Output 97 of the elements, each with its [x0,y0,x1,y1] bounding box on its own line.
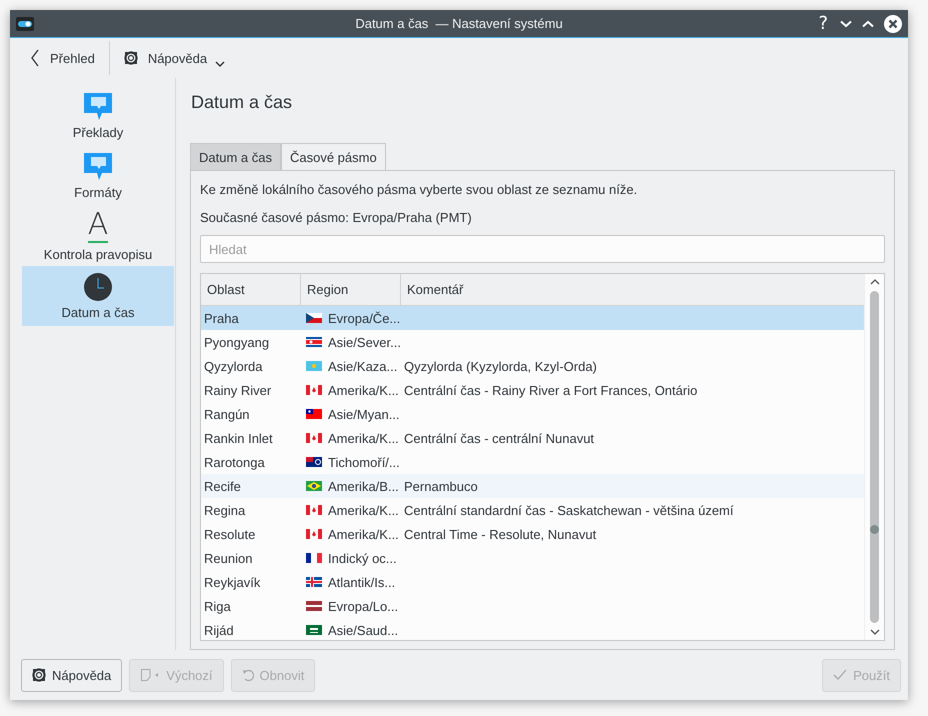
tab[interactable]: Datum a čas [190,143,281,170]
table-cell: Asie/Sever... [328,334,401,350]
flag-icon [306,385,322,395]
table-row[interactable]: Rarotonga Tichomoří/... [201,450,864,474]
checkmark-icon [833,669,848,681]
table-cell-text: Pernambuco [403,478,479,494]
table-row[interactable]: Recife Amerika/B... Pernambuco [201,474,864,498]
flag-icon [306,481,322,491]
table-row[interactable]: Rijád Asie/Saud... [201,618,864,640]
document-icon [140,668,160,682]
table-cell-text: Centrální čas - Rainy River a Fort Frances, Ontário [403,382,698,398]
table-cell-text: Reunion [203,550,254,566]
table-cell-text: Praha [203,310,240,326]
toggle-icon [16,16,34,30]
table-row[interactable]: Pyongyang Asie/Sever... [201,330,864,354]
scroll-handle[interactable] [870,525,879,534]
instruction-text: Ke změně lokálního časového pásma vyberte svou oblast ze seznamu níže. [200,181,638,199]
table-cell: Asie/Saud... [328,622,398,638]
sidebar-item[interactable]: Překlady [22,86,174,146]
table-cell-text: Regina [203,502,246,518]
clock-icon [84,272,112,300]
table-cell-text: Rankin Inlet [203,430,274,446]
help-button[interactable]: Nápověda [21,658,122,692]
table-cell: Asie/Myan... [328,406,400,422]
table-cell: Amerika/K... [328,526,399,542]
table-cell-text: Pyongyang [203,334,270,350]
table-row[interactable]: Praha Evropa/Če... [201,306,864,330]
speech-bubble-icon [84,92,112,120]
table-cell-text: Resolute [203,526,256,542]
table-cell-text: Central Time - Resolute, Nunavut [403,526,598,542]
flag-icon [306,409,322,419]
table-cell-text: Recife [203,478,242,494]
undo-icon [242,668,254,682]
search-field[interactable]: Hledat [200,235,885,263]
flag-icon [306,337,322,347]
back-icon [30,49,40,67]
table-cell-text: Centrální čas - centrální Nunavut [403,430,596,446]
column-header[interactable]: Komentář [401,274,864,305]
minimize-icon[interactable] [840,20,852,28]
flag-icon [306,361,322,371]
scroll-up-icon[interactable] [870,279,880,285]
column-header[interactable]: Region [301,274,401,305]
table-cell: Amerika/K... [328,430,399,446]
table-row[interactable]: Regina Amerika/K... Centrální standardní čas - Saskatchewan - většina území [201,498,864,522]
table-cell-text: Rangún [203,406,251,422]
table-cell-text: Reykjavík [203,574,262,590]
back-button[interactable]: Přehled [22,45,103,71]
flag-icon [306,625,322,635]
table-cell: Asie/Kaza... [328,358,398,374]
table-cell: Amerika/K... [328,502,399,518]
speech-bubble-icon [84,152,112,180]
lifebuoy-icon [32,668,46,682]
table-row[interactable]: Resolute Amerika/K... Central Time - Resolute, Nunavut [201,522,864,546]
close-icon[interactable] [884,14,902,32]
flag-icon [306,433,322,443]
table-row[interactable]: Riga Evropa/Lo... [201,594,864,618]
sidebar-item[interactable]: Formáty [22,146,174,206]
flag-icon [306,457,322,467]
table-cell-text: Riga [203,598,232,614]
flag-icon [306,601,322,611]
sidebar-item[interactable]: A Kontrola pravopisu [22,206,174,266]
table-row[interactable]: Rankin Inlet Amerika/K... Centrální čas - centrální Nunavut [201,426,864,450]
window-title: Datum a čas — Nastavení systému [355,16,563,31]
scroll-down-icon[interactable] [870,629,880,635]
flag-icon [306,529,322,539]
table-row[interactable]: Reunion Indický oc... [201,546,864,570]
table-cell-text: Centrální standardní čas - Saskatchewan - většina území [403,502,734,518]
table-cell-text: Qyzylorda (Kyzylorda, Kzyl-Orda) [403,358,598,374]
tab[interactable]: Časové pásmo [280,143,386,170]
flag-icon [306,313,322,323]
table-cell-text: Qyzylorda [203,358,264,374]
column-header[interactable]: Oblast [201,274,301,305]
current-timezone-text: Současné časové pásmo: Evropa/Praha (PMT) [200,209,473,227]
help-menu-button[interactable]: Nápověda [116,45,234,71]
flag-icon [306,505,322,515]
table-row[interactable]: Rainy River Amerika/K... Centrální čas - Rainy River a Fort Frances, Ontário [201,378,864,402]
table-cell-text: Rarotonga [203,454,266,470]
table-cell: Atlantik/Is... [328,574,396,590]
flag-icon [306,577,322,587]
help-button[interactable]: ? [816,14,830,34]
table-cell: Evropa/Lo... [328,598,398,614]
table-cell: Amerika/K... [328,382,399,398]
flag-icon [306,553,322,563]
page-title: Datum a čas [190,92,294,114]
table-cell: Tichomoří/... [328,454,400,470]
table-row[interactable]: Qyzylorda Asie/Kaza... Qyzylorda (Kyzylorda, Kzyl-Orda) [201,354,864,378]
caret-icon [215,61,226,67]
table-cell: Amerika/B... [328,478,399,494]
maximize-icon[interactable] [862,20,874,28]
table-cell: Indický oc... [328,550,397,566]
sidebar-item[interactable]: Datum a čas [22,266,174,326]
table-row[interactable]: Rangún Asie/Myan... [201,402,864,426]
table-cell-text: Rijád [203,622,235,638]
table-row[interactable]: Reykjavík Atlantik/Is... [201,570,864,594]
table-cell-text: Rainy River [203,382,272,398]
lifebuoy-icon [124,51,138,65]
table-cell: Evropa/Če... [328,310,400,326]
